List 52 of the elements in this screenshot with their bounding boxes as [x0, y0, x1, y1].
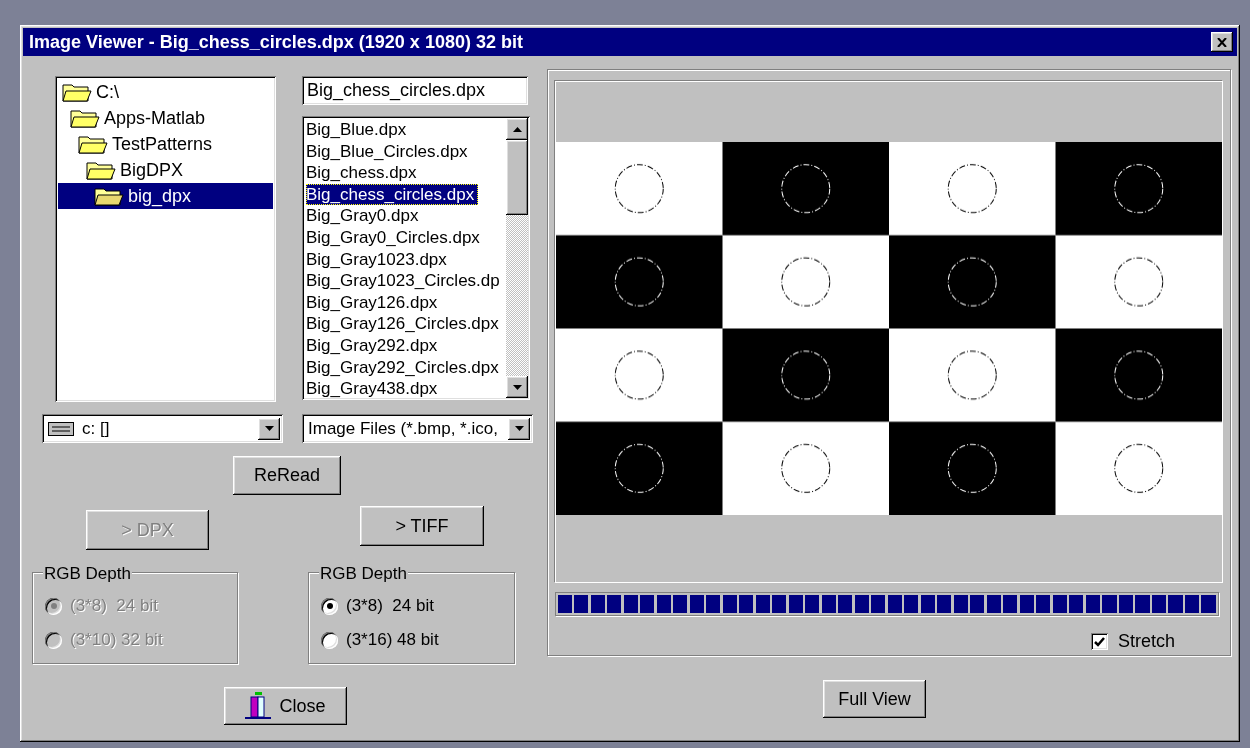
radio-label: (3*10) 32 bit [70, 629, 163, 652]
file-list-item[interactable]: Big_Gray292_Circles.dpx [306, 356, 503, 379]
folder-tree-item[interactable]: C:\ [58, 79, 273, 105]
folder-icon [70, 108, 100, 128]
folder-tree-item[interactable]: Apps-Matlab [58, 105, 273, 131]
file-list-item[interactable]: Big_chess.dpx [306, 162, 421, 184]
folder-tree-item[interactable]: TestPatterns [58, 131, 273, 157]
full-view-button[interactable]: Full View [823, 680, 926, 718]
file-list-item[interactable]: Big_Gray438.dpx [306, 378, 442, 398]
reread-button[interactable]: ReRead [233, 456, 341, 495]
file-type-select[interactable]: Image Files (*.bmp, *.ico, [302, 414, 533, 443]
file-list-item[interactable]: Big_Gray0.dpx [306, 205, 423, 227]
file-list-item[interactable]: Big_Blue.dpx [306, 119, 411, 141]
radio-label: (3*8) 24 bit [70, 595, 158, 618]
checkbox-label: Stretch [1117, 630, 1175, 653]
check-icon [1093, 636, 1105, 647]
checkbox[interactable] [1090, 633, 1108, 650]
radio-label: (3*16) 48 bit [346, 629, 439, 652]
folder-icon [62, 82, 92, 102]
file-name-field[interactable]: Big_chess_circles.dpx [302, 76, 528, 105]
radio-label: (3*8) 24 bit [346, 595, 434, 618]
down-arrow-icon [514, 426, 524, 431]
file-list-item[interactable]: Big_chess_circles.dpx [306, 183, 479, 206]
down-arrow-icon [512, 384, 522, 390]
down-arrow-icon [264, 426, 274, 431]
door-icon [245, 692, 272, 720]
drive-icon [48, 421, 74, 436]
scrollbar[interactable] [506, 118, 528, 398]
dropdown-button[interactable] [258, 417, 280, 440]
window-title: Image Viewer - Big_chess_circles.dpx (1920 x 1080) 32 bit [29, 30, 523, 54]
close-dialog-button[interactable]: Close [224, 687, 347, 725]
radio-button[interactable] [321, 631, 338, 649]
file-list-item[interactable]: Big_Blue_Circles.dpx [306, 140, 472, 163]
folder-icon [86, 160, 116, 180]
close-icon [1217, 37, 1227, 47]
file-list-item[interactable]: Big_Gray126_Circles.dpx [306, 313, 503, 335]
file-list-item[interactable]: Big_Gray126.dpx [306, 291, 442, 314]
folder-icon [78, 134, 108, 154]
radio-button[interactable] [321, 597, 338, 615]
file-list-item[interactable]: Big_Gray292.dpx [306, 334, 442, 357]
folder-tree-item[interactable]: big_dpx [58, 183, 273, 209]
close-button[interactable] [1211, 32, 1233, 52]
file-list-item[interactable]: Big_Gray0_Circles.dpx [306, 226, 484, 249]
file-list-item[interactable]: Big_Gray1023.dpx [306, 248, 451, 271]
dropdown-button[interactable] [508, 417, 530, 440]
tiff-button[interactable]: > TIFF [360, 506, 484, 546]
scrollbar-thumb[interactable] [506, 140, 528, 215]
drive-select[interactable]: c: [] [42, 414, 283, 443]
up-arrow-icon [512, 126, 522, 132]
folder-tree-item[interactable]: BigDPX [58, 157, 273, 183]
open-folder-icon [94, 186, 124, 206]
file-list-item[interactable]: Big_Gray1023_Circles.dp [306, 270, 504, 292]
